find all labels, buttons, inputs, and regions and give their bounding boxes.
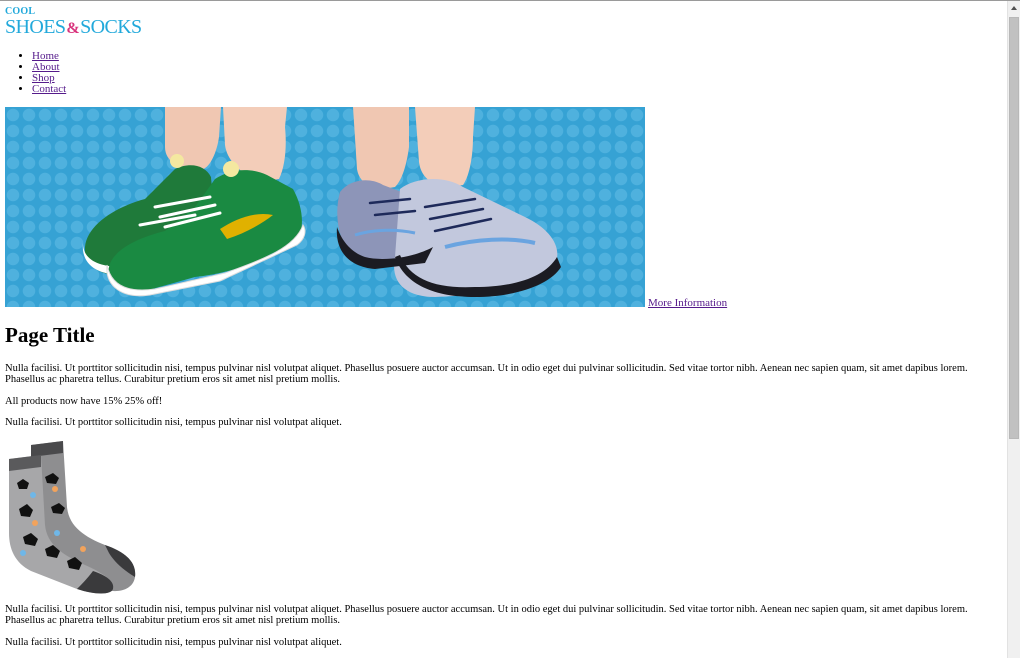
gray-sneakers: [336, 178, 561, 297]
paragraph-after-image: Nulla facilisi. Ut porttitor sollicitudi…: [5, 604, 968, 626]
logo-shoes-text: SHOES: [5, 16, 66, 38]
hero-banner-image: [5, 107, 645, 307]
sock-product-image: [5, 437, 141, 595]
page-title: Page Title: [5, 323, 95, 347]
scroll-thumb[interactable]: [1009, 17, 1019, 439]
nav-item-contact: Contact: [32, 84, 66, 95]
vertical-scrollbar[interactable]: [1007, 1, 1020, 658]
sneakers-illustration: [82, 107, 561, 297]
promo-text: All products now have 15% 25% off!: [5, 396, 163, 407]
more-information-link[interactable]: More Information: [648, 298, 727, 309]
intro-paragraph: Nulla facilisi. Ut porttitor sollicitudi…: [5, 363, 968, 385]
logo-socks-text: SOCKS: [80, 16, 142, 38]
main-nav: Home About Shop Contact: [5, 51, 66, 95]
site-logo[interactable]: COOL SHOES&SOCKS: [5, 5, 175, 39]
nav-link-contact[interactable]: Contact: [32, 83, 66, 95]
scroll-up-arrow-icon[interactable]: [1008, 1, 1020, 15]
page-content: COOL SHOES&SOCKS Home About Shop Contact: [5, 1, 1003, 658]
unicorn-sock-illustration: [9, 441, 136, 594]
final-paragraph: Nulla facilisi. Ut porttitor sollicitudi…: [5, 637, 342, 648]
logo-ampersand: &: [66, 20, 80, 37]
logo-brand-text: SHOES&SOCKS: [5, 16, 142, 40]
short-paragraph: Nulla facilisi. Ut porttitor sollicitudi…: [5, 417, 342, 428]
